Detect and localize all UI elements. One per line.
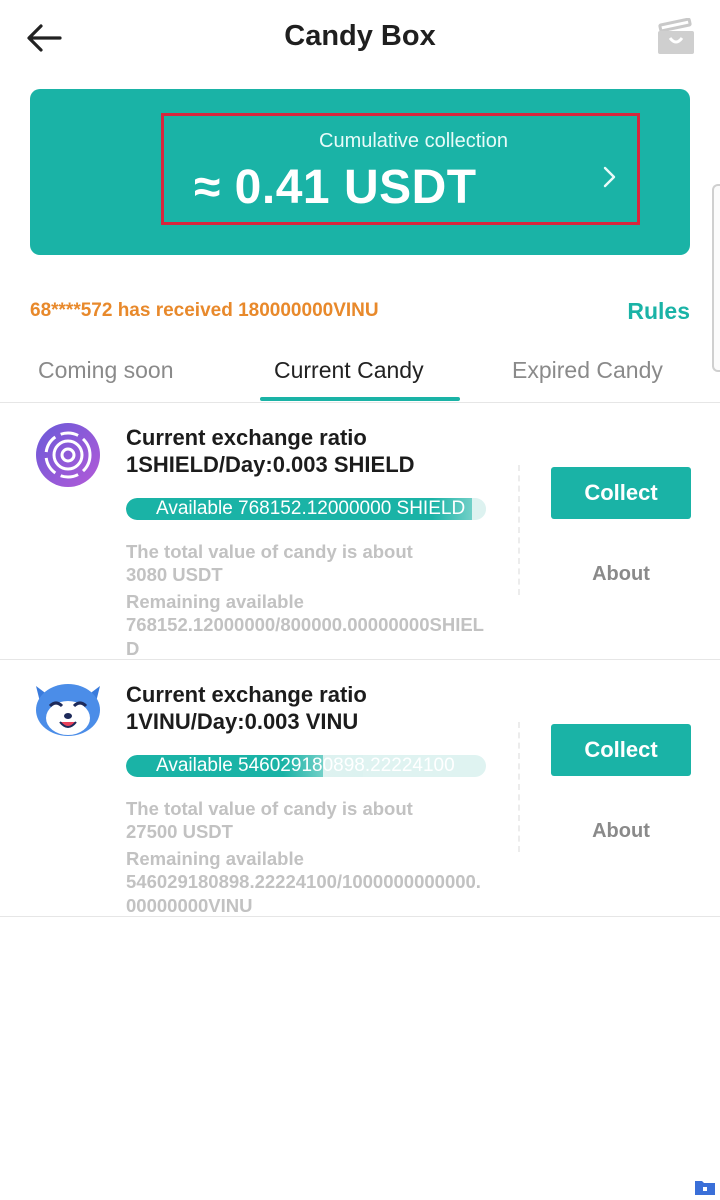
remaining-value: 768152.12000000/800000.00000000SHIELD [126,614,484,659]
total-value-label: The total value of candy is about [126,798,413,819]
remaining-value: 546029180898.22224100/1000000000000.0000… [126,871,481,916]
available-progress: Available 546029180898.22224100 [126,755,486,777]
candy-item-vinu: Current exchange ratio 1VINU/Day:0.003 V… [0,660,720,917]
gift-button[interactable] [656,17,696,56]
remaining-label: Remaining available [126,591,304,612]
cumulative-collection-box[interactable]: Cumulative collection ≈ 0.41 USDT [161,113,640,225]
rules-link[interactable]: Rules [627,298,690,325]
row-divider [518,722,520,852]
total-value-amount: 3080 USDT [126,564,223,585]
tab-current-candy[interactable]: Current Candy [274,357,424,384]
exchange-ratio-value: 1SHIELD/Day:0.003 SHIELD [126,452,415,477]
total-value-label: The total value of candy is about [126,541,413,562]
folder-icon[interactable] [694,1178,716,1196]
active-tab-indicator [260,397,460,401]
exchange-ratio-label: Current exchange ratio [126,425,367,450]
header: Candy Box [0,0,720,78]
about-link[interactable]: About [551,820,691,843]
exchange-ratio-label: Current exchange ratio [126,682,367,707]
tab-coming-soon[interactable]: Coming soon [38,357,174,384]
summary-card: Cumulative collection ≈ 0.41 USDT [30,89,690,255]
about-link[interactable]: About [551,563,691,586]
cumulative-value: ≈ 0.41 USDT [194,161,477,214]
total-value-amount: 27500 USDT [126,821,233,842]
scrollbar[interactable] [712,184,720,372]
cumulative-label: Cumulative collection [319,130,508,152]
shield-token-icon [36,423,100,487]
gift-box-icon [658,17,694,54]
candy-item-shield: Current exchange ratio 1SHIELD/Day:0.003… [0,403,720,660]
tab-expired-candy[interactable]: Expired Candy [512,357,663,384]
received-notice: 68****572 has received 180000000VINU [30,300,379,321]
available-label: Available 546029180898.22224100 [156,755,455,776]
candy-tabs: Coming soon Current Candy Expired Candy [0,345,720,403]
vinu-token-icon [36,684,100,736]
chevron-right-icon [603,166,616,188]
collect-button[interactable]: Collect [551,467,691,519]
collect-button[interactable]: Collect [551,724,691,776]
available-progress: Available 768152.12000000 SHIELD [126,498,486,520]
page-title: Candy Box [284,20,436,52]
exchange-ratio-value: 1VINU/Day:0.003 VINU [126,709,359,734]
row-divider [518,465,520,595]
remaining-label: Remaining available [126,848,304,869]
available-label: Available 768152.12000000 SHIELD [156,498,466,519]
